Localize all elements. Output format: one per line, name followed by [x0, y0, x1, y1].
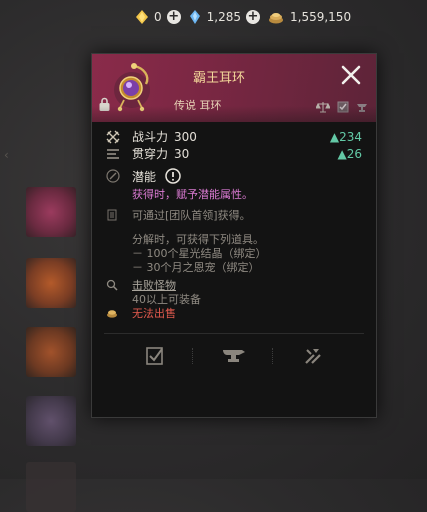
- anvil-icon[interactable]: [356, 98, 368, 117]
- tooltip-header: 霸王耳环 传说 耳环: [92, 54, 376, 122]
- potential-icon: [106, 169, 120, 183]
- stat-row-combat-power: 战斗力 300 ▲234: [106, 128, 362, 145]
- stat-label: 贯穿力: [132, 147, 169, 161]
- divider: [104, 333, 364, 334]
- close-icon[interactable]: [340, 64, 362, 86]
- stats-section: 战斗力 300 ▲234 贯穿力 30 ▲26: [106, 128, 362, 162]
- currency-gold-value: 0: [154, 10, 162, 24]
- stat-delta: ▲234: [329, 129, 362, 144]
- potential-description: 获得时，赋予潜能属性。: [132, 188, 253, 201]
- potential-row: 潜能: [106, 167, 362, 185]
- item-tooltip: 霸王耳环 传说 耳环 战斗力 300 ▲234 贯穿力 30 ▲26 潜能 获得…: [91, 53, 377, 418]
- currency-crystal: 1,285 +: [189, 10, 260, 24]
- penetration-icon: [107, 148, 119, 159]
- add-crystal-button[interactable]: +: [246, 10, 260, 24]
- header-tools: [309, 98, 368, 117]
- sale-line: 无法出售: [106, 306, 362, 320]
- currency-bar: 0 + 1,285 + 1,559,150: [136, 10, 359, 24]
- disassemble-item: － 30个月之恩宠（绑定）: [132, 261, 260, 274]
- potential-label: 潜能: [132, 169, 157, 184]
- document-icon: [107, 209, 117, 221]
- combat-power-icon: [106, 130, 120, 143]
- anvil-icon[interactable]: [222, 348, 246, 364]
- action-separator: [191, 348, 196, 364]
- list-item[interactable]: [26, 462, 76, 512]
- scale-icon[interactable]: [315, 98, 331, 117]
- disassemble-item: － 100个星光结晶（绑定）: [132, 247, 267, 260]
- coin-pile-icon: [269, 13, 283, 24]
- list-item[interactable]: [26, 327, 76, 377]
- currency-gold: 0 +: [136, 10, 181, 24]
- action-bar: [92, 340, 376, 372]
- info-section: 可通过[团队首领]获得。 分解时，可获得下列道具。 － 100个星光结晶（绑定）…: [106, 208, 362, 320]
- list-item[interactable]: [26, 187, 76, 237]
- stat-delta: ▲26: [337, 146, 363, 161]
- item-rarity-type: 传说 耳环: [174, 99, 222, 112]
- currency-coins-value: 1,559,150: [290, 10, 352, 24]
- currency-crystal-value: 1,285: [206, 10, 241, 24]
- action-separator: [272, 348, 276, 364]
- equip-checklist-icon[interactable]: [145, 346, 165, 366]
- tools-icon[interactable]: [303, 346, 323, 366]
- blue-crystal-icon: [189, 10, 200, 24]
- item-name: 霸王耳环: [193, 71, 246, 86]
- gold-gem-icon: [136, 10, 148, 24]
- currency-coins: 1,559,150: [268, 10, 351, 24]
- stat-value: 30: [174, 146, 190, 161]
- checkbox-icon[interactable]: [337, 98, 349, 117]
- no-sale-text: 无法出售: [132, 307, 176, 320]
- lock-icon: [99, 97, 110, 111]
- stat-label: 战斗力: [132, 130, 169, 144]
- list-item[interactable]: [26, 396, 76, 446]
- source-line: 可通过[团队首领]获得。: [106, 208, 362, 222]
- level-requirement: 40以上可装备: [132, 293, 201, 306]
- search-icon: [106, 279, 118, 291]
- defeat-line: 击败怪物: [106, 278, 362, 292]
- potential-section: 潜能 获得时，赋予潜能属性。: [106, 167, 362, 202]
- earring-icon: [114, 63, 150, 112]
- stat-value: 300: [174, 129, 197, 144]
- coin-pile-icon: [107, 310, 117, 318]
- disassemble-header: 分解时，可获得下列道具。: [132, 233, 264, 246]
- add-gold-button[interactable]: +: [166, 10, 181, 24]
- background-side-mark: ‹: [4, 148, 9, 162]
- info-icon[interactable]: [165, 168, 181, 184]
- stat-row-penetration: 贯穿力 30 ▲26: [106, 145, 362, 162]
- source-text: 可通过[团队首领]获得。: [132, 209, 251, 222]
- list-item[interactable]: [26, 258, 76, 308]
